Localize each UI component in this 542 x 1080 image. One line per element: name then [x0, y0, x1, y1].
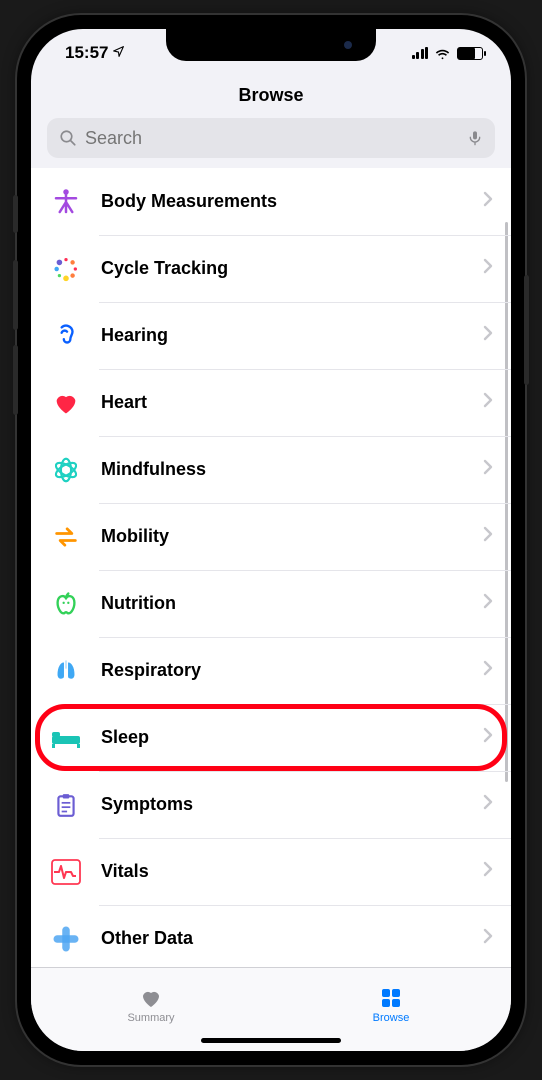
heart-icon: [49, 386, 83, 420]
cell-signal-icon: [412, 47, 429, 59]
mindfulness-icon: [49, 453, 83, 487]
category-label: Hearing: [101, 325, 483, 346]
chevron-right-icon: [483, 258, 493, 279]
location-icon: [112, 45, 125, 61]
chevron-right-icon: [483, 392, 493, 413]
body-icon: [49, 185, 83, 219]
chevron-right-icon: [483, 660, 493, 681]
chevron-right-icon: [483, 794, 493, 815]
mobility-icon: [49, 520, 83, 554]
wifi-icon: [434, 45, 451, 62]
screen: 15:57 Browse Body Measurement: [31, 29, 511, 1051]
category-label: Body Measurements: [101, 191, 483, 212]
category-row-heart[interactable]: Heart: [31, 369, 511, 436]
category-row-respiratory[interactable]: Respiratory: [31, 637, 511, 704]
category-row-body-measurements[interactable]: Body Measurements: [31, 168, 511, 235]
bed-icon: [49, 721, 83, 755]
chevron-right-icon: [483, 727, 493, 748]
category-label: Cycle Tracking: [101, 258, 483, 279]
search-icon: [59, 129, 77, 147]
microphone-icon[interactable]: [467, 128, 483, 148]
search-input[interactable]: [85, 128, 459, 149]
chevron-right-icon: [483, 861, 493, 882]
category-label: Symptoms: [101, 794, 483, 815]
lungs-icon: [49, 654, 83, 688]
category-label: Vitals: [101, 861, 483, 882]
heart-icon: [137, 986, 165, 1010]
device-frame: 15:57 Browse Body Measurement: [17, 15, 525, 1065]
category-row-hearing[interactable]: Hearing: [31, 302, 511, 369]
home-indicator[interactable]: [201, 1038, 341, 1043]
page-title: Browse: [31, 77, 511, 118]
plus-icon: [49, 922, 83, 956]
grid-icon: [377, 986, 405, 1010]
chevron-right-icon: [483, 191, 493, 212]
tab-label: Browse: [373, 1012, 410, 1024]
notch: [166, 29, 376, 61]
search-field[interactable]: [47, 118, 495, 158]
category-row-mobility[interactable]: Mobility: [31, 503, 511, 570]
category-label: Other Data: [101, 928, 483, 949]
category-row-mindfulness[interactable]: Mindfulness: [31, 436, 511, 503]
clipboard-icon: [49, 788, 83, 822]
category-row-cycle-tracking[interactable]: Cycle Tracking: [31, 235, 511, 302]
tab-label: Summary: [127, 1012, 174, 1024]
chevron-right-icon: [483, 593, 493, 614]
status-time: 15:57: [65, 43, 108, 63]
cycle-icon: [49, 252, 83, 286]
category-label: Mobility: [101, 526, 483, 547]
ear-icon: [49, 319, 83, 353]
chevron-right-icon: [483, 459, 493, 480]
category-label: Mindfulness: [101, 459, 483, 480]
category-list[interactable]: Body Measurements Cycle Tracking Hearing He…: [31, 168, 511, 967]
category-row-sleep[interactable]: Sleep: [31, 704, 511, 771]
apple-icon: [49, 587, 83, 621]
category-row-other-data[interactable]: Other Data: [31, 905, 511, 967]
category-label: Sleep: [101, 727, 483, 748]
tab-summary[interactable]: Summary: [31, 968, 271, 1041]
category-row-symptoms[interactable]: Symptoms: [31, 771, 511, 838]
category-label: Heart: [101, 392, 483, 413]
chevron-right-icon: [483, 526, 493, 547]
category-row-nutrition[interactable]: Nutrition: [31, 570, 511, 637]
category-label: Nutrition: [101, 593, 483, 614]
tab-browse[interactable]: Browse: [271, 968, 511, 1041]
category-label: Respiratory: [101, 660, 483, 681]
chevron-right-icon: [483, 928, 493, 949]
chevron-right-icon: [483, 325, 493, 346]
tab-bar: Summary Browse: [31, 967, 511, 1051]
battery-icon: [457, 47, 483, 60]
category-row-vitals[interactable]: Vitals: [31, 838, 511, 905]
vitals-icon: [49, 855, 83, 889]
